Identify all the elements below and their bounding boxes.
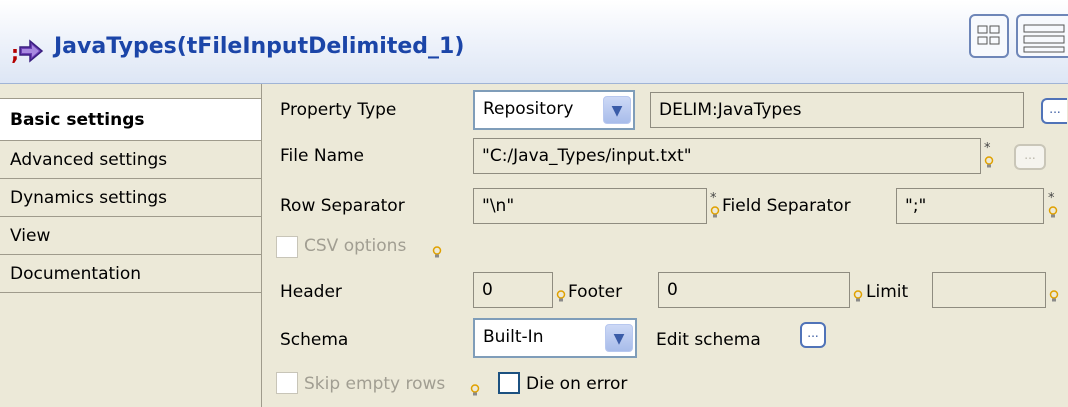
sidebar-spacer — [0, 84, 261, 99]
grid-view-icon — [977, 25, 1000, 45]
csv-options-checkbox[interactable] — [276, 236, 298, 258]
limit-input[interactable] — [932, 272, 1046, 308]
repository-browse-button[interactable]: ... — [1041, 98, 1067, 124]
hint-bulb-icon — [1048, 206, 1058, 218]
hint-bulb-icon — [470, 384, 480, 396]
component-title-bar: ; JavaTypes(tFileInputDelimited_1) — [0, 0, 1068, 84]
property-type-label: Property Type — [280, 100, 397, 120]
header-input[interactable]: 0 — [473, 272, 553, 308]
table-view-button[interactable] — [1016, 14, 1068, 58]
row-separator-label: Row Separator — [280, 196, 405, 216]
die-on-error-label: Die on error — [526, 374, 628, 394]
file-browse-button[interactable]: ... — [1014, 144, 1046, 170]
edit-schema-label: Edit schema — [656, 330, 761, 350]
file-name-label: File Name — [280, 146, 365, 166]
skip-empty-rows-label: Skip empty rows — [304, 374, 446, 394]
tab-basic-settings[interactable]: Basic settings — [0, 99, 261, 141]
compact-view-button[interactable] — [969, 14, 1009, 58]
tab-documentation[interactable]: Documentation — [0, 255, 261, 293]
tab-advanced-settings[interactable]: Advanced settings — [0, 141, 261, 179]
field-separator-input[interactable]: ";" — [896, 188, 1044, 224]
svg-text:;: ; — [11, 41, 19, 65]
schema-value: Built-In — [483, 327, 544, 347]
property-type-value: Repository — [483, 99, 574, 119]
schema-label: Schema — [280, 330, 349, 350]
tab-view[interactable]: View — [0, 217, 261, 255]
required-marker: * — [710, 191, 717, 206]
edit-schema-button[interactable]: ... — [800, 322, 826, 348]
required-marker: * — [984, 141, 991, 156]
chevron-down-icon[interactable]: ▼ — [603, 96, 631, 124]
skip-empty-rows-checkbox[interactable] — [276, 372, 298, 394]
footer-input[interactable]: 0 — [658, 272, 850, 308]
hint-bulb-icon — [853, 290, 863, 302]
settings-sidebar: Basic settings Advanced settings Dynamic… — [0, 84, 262, 407]
component-title: JavaTypes(tFileInputDelimited_1) — [54, 34, 465, 59]
csv-options-label: CSV options — [304, 236, 407, 256]
hint-bulb-icon — [1049, 290, 1059, 302]
die-on-error-checkbox[interactable] — [498, 372, 520, 394]
file-name-input[interactable]: "C:/Java_Types/input.txt" — [473, 138, 981, 174]
limit-label: Limit — [866, 282, 909, 302]
schema-select[interactable]: Built-In ▼ — [473, 318, 637, 358]
hint-bulb-icon — [710, 206, 720, 218]
property-type-select[interactable]: Repository ▼ — [473, 90, 635, 130]
row-separator-input[interactable]: "\n" — [473, 188, 707, 224]
repository-field: DELIM:JavaTypes — [650, 92, 1024, 128]
hint-bulb-icon — [984, 156, 994, 168]
tab-dynamics-settings[interactable]: Dynamics settings — [0, 179, 261, 217]
file-input-component-icon: ; — [11, 39, 44, 65]
chevron-down-icon[interactable]: ▼ — [605, 324, 633, 352]
field-separator-label: Field Separator — [722, 196, 851, 216]
hint-bulb-icon — [556, 290, 566, 302]
hint-bulb-icon — [432, 246, 442, 258]
basic-settings-panel: Property Type Repository ▼ DELIM:JavaTyp… — [262, 84, 1068, 407]
list-view-icon — [1023, 24, 1065, 53]
header-label: Header — [280, 282, 342, 302]
footer-label: Footer — [568, 282, 623, 302]
required-marker: * — [1048, 191, 1055, 206]
